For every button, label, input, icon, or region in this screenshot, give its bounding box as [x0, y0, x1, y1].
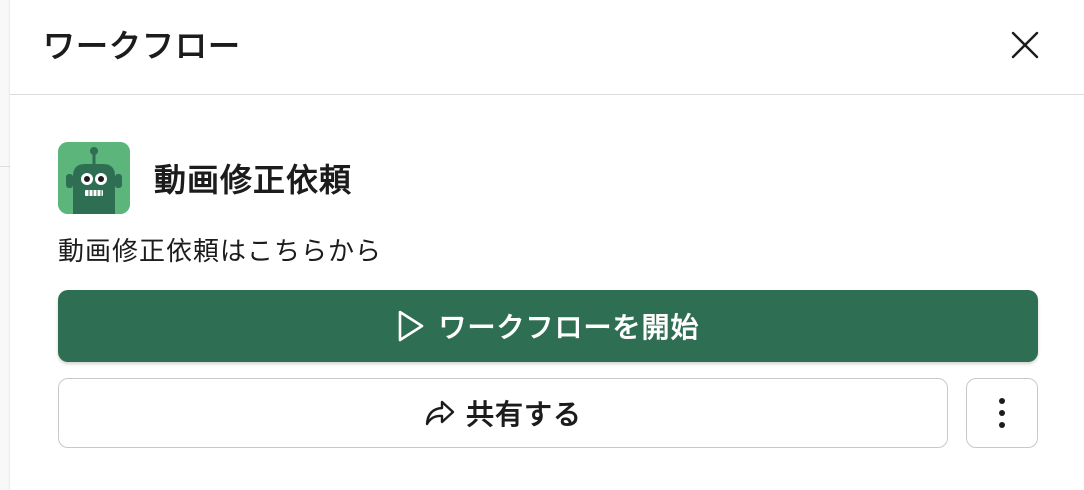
- workflow-description: 動画修正依頼はこちらから: [58, 237, 383, 267]
- workflow-modal: ワークフロー 動画修正依頼 動画修正依頼はこちらから ワークフローを開始 共有す…: [10, 0, 1084, 490]
- start-workflow-button[interactable]: ワークフローを開始: [58, 290, 1038, 362]
- robot-icon: [58, 142, 130, 214]
- modal-header: ワークフロー: [10, 0, 1084, 95]
- background-divider: [0, 166, 10, 167]
- share-label: 共有する: [465, 398, 582, 431]
- share-button[interactable]: 共有する: [58, 378, 948, 448]
- close-icon: [1010, 30, 1040, 60]
- workflow-info: 動画修正依頼: [58, 142, 352, 214]
- background-panel: [0, 0, 10, 490]
- modal-title: ワークフロー: [43, 27, 242, 65]
- play-icon: [396, 309, 426, 343]
- close-button[interactable]: [1006, 26, 1044, 64]
- more-options-button[interactable]: [966, 378, 1038, 448]
- more-vertical-icon: [998, 397, 1006, 429]
- workflow-name: 動画修正依頼: [154, 161, 353, 199]
- start-workflow-label: ワークフローを開始: [438, 311, 700, 344]
- share-arrow-icon: [424, 399, 456, 427]
